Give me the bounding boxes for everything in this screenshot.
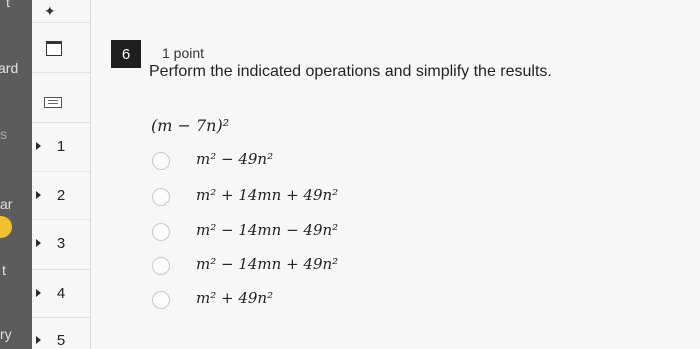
radio-button[interactable]	[152, 152, 170, 170]
radio-button[interactable]	[152, 257, 170, 275]
question-nav-item[interactable]: 4	[32, 269, 90, 318]
points-label: 1 point	[162, 45, 205, 61]
pin-icon[interactable]: ✦	[44, 3, 56, 20]
question-nav-item[interactable]: 5	[32, 317, 90, 349]
question-number: 6	[111, 40, 141, 68]
radio-button[interactable]	[152, 291, 170, 309]
left-nav-fragment[interactable]: ar	[0, 196, 12, 212]
question-nav-label: 5	[56, 332, 66, 349]
question-nav-label: 2	[56, 187, 66, 204]
answer-choice-text: m² − 49n²	[196, 150, 274, 168]
left-nav-fragment[interactable]: ry	[0, 326, 12, 342]
question-nav-label: 3	[56, 235, 66, 252]
answer-choice-text: m² − 14mn + 49n²	[196, 255, 339, 273]
left-nav: t ard s ar t ry	[0, 0, 32, 349]
question-nav-item[interactable]: 1	[32, 122, 90, 172]
answer-choice-text: m² − 14mn − 49n²	[196, 221, 339, 239]
radio-button[interactable]	[152, 188, 170, 206]
status-dot-icon	[0, 216, 12, 238]
left-nav-fragment[interactable]: s	[0, 126, 7, 142]
question-prompt: Perform the indicated operations and sim…	[149, 63, 552, 80]
notes-icon[interactable]	[44, 97, 62, 108]
left-nav-fragment[interactable]: t	[6, 0, 10, 10]
radio-button[interactable]	[152, 223, 170, 241]
flag-icon[interactable]	[46, 41, 62, 56]
left-nav-fragment[interactable]: ard	[0, 60, 18, 76]
question-nav-label: 4	[56, 285, 66, 302]
question-nav-label: 1	[56, 138, 66, 155]
question-nav-item[interactable]: 3	[32, 219, 90, 270]
pin-row	[32, 0, 90, 23]
question-expression: (m − 7n)²	[151, 116, 230, 135]
answer-choice-text: m² + 14mn + 49n²	[196, 186, 339, 204]
left-nav-fragment[interactable]: t	[2, 262, 6, 278]
question-panel: 6 1 point Perform the indicated operatio…	[91, 0, 700, 349]
question-nav-item[interactable]: 2	[32, 171, 90, 220]
answer-choice-text: m² + 49n²	[196, 289, 274, 307]
